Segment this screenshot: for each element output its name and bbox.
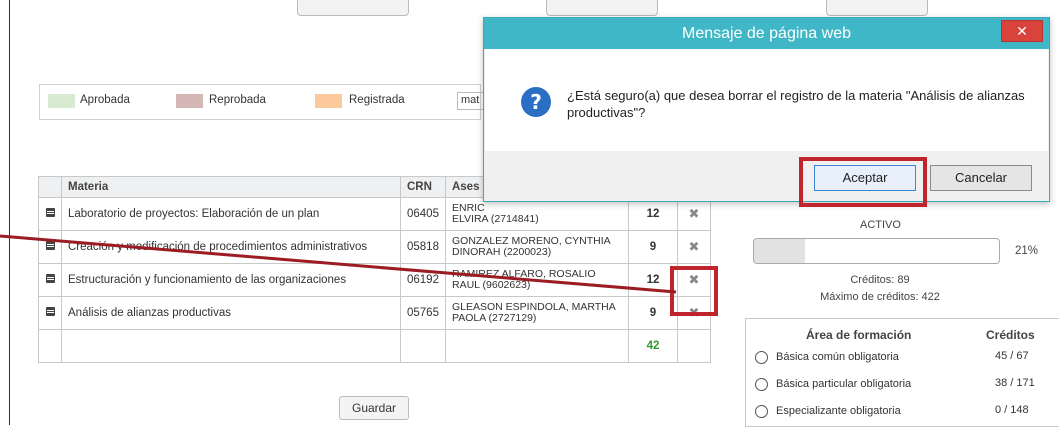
- annotation-arrow: [0, 234, 677, 294]
